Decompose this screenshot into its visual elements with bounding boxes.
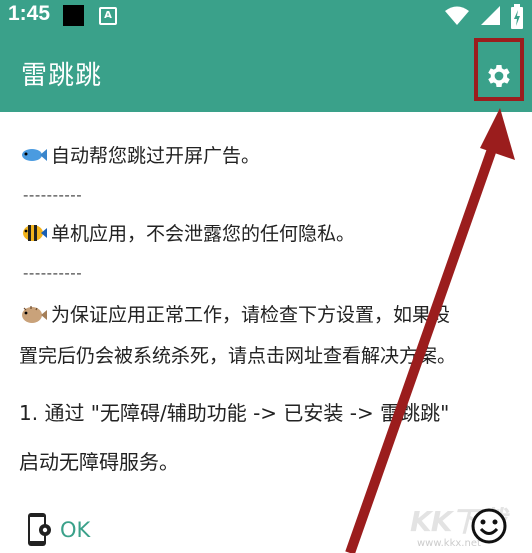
feature-text-settings-notice-line2: 置完后仍会被系统杀死，请点击网址查看解决方案。 <box>19 345 457 367</box>
tropical-fish-icon <box>23 225 47 241</box>
status-bar: 1:45 A <box>0 0 532 34</box>
main-content: 自动帮您跳过开屏广告。 ---------- 单机应用，不会泄露您的任何隐私。 … <box>0 112 532 553</box>
status-icons <box>440 4 524 30</box>
feature-item-settings-notice: 为保证应用正常工作，请检查下方设置，如果设 <box>19 300 450 330</box>
feature-text-privacy: 单机应用，不会泄露您的任何隐私。 <box>51 223 356 245</box>
feature-text-settings-notice-line1: 为保证应用正常工作，请检查下方设置，如果设 <box>51 304 451 326</box>
blowfish-icon <box>22 306 47 323</box>
wifi-icon <box>444 6 469 25</box>
feature-text-skip-ads: 自动帮您跳过开屏广告。 <box>51 145 261 167</box>
feature-item-privacy: 单机应用，不会泄露您的任何隐私。 <box>19 219 355 249</box>
app-bar: 雷跳跳 <box>0 34 532 112</box>
signal-icon <box>480 6 500 25</box>
phone-settings-icon <box>28 513 51 546</box>
app-title: 雷跳跳 <box>21 61 103 91</box>
notification-a-icon: A <box>99 7 117 25</box>
fish-icon <box>22 149 47 161</box>
battery-charging-icon <box>511 4 523 29</box>
smiley-icon <box>471 508 507 544</box>
status-time: 1:45 <box>8 2 51 25</box>
step-instruction-line2: 启动无障碍服务。 <box>19 450 179 474</box>
step-instruction-line1: 1. 通过 "无障碍/辅助功能 -> 已安装 -> 雷跳跳" <box>19 401 450 425</box>
separator: ---------- <box>23 186 83 204</box>
settings-highlight-box <box>474 38 524 101</box>
accessibility-status-row[interactable]: OK <box>26 510 90 550</box>
separator: ---------- <box>23 264 83 282</box>
status-ok-label: OK <box>60 518 91 542</box>
notification-black-icon <box>63 5 84 26</box>
feature-item-skip-ads: 自动帮您跳过开屏广告。 <box>19 141 260 171</box>
